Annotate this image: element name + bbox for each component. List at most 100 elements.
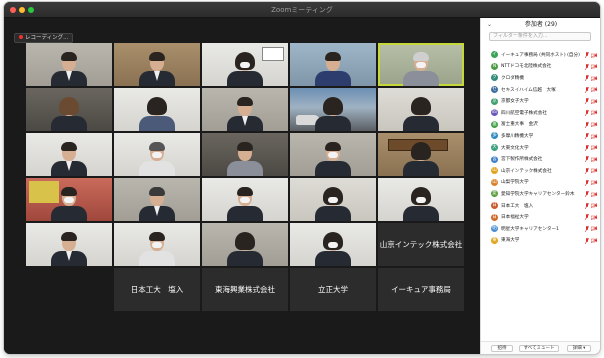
video-tile[interactable] xyxy=(202,43,288,86)
participant-video xyxy=(135,93,179,131)
name-tile[interactable]: 東海興業株式会社 xyxy=(202,268,288,311)
muted-microphone-icon[interactable] xyxy=(585,52,589,58)
video-tile-active-speaker[interactable] xyxy=(378,43,464,86)
video-off-camera-icon[interactable] xyxy=(591,98,597,104)
participant-avatar: 日 xyxy=(491,202,498,210)
participant-name: 四川航空電子株式会社 xyxy=(501,110,547,116)
video-off-camera-icon[interactable] xyxy=(591,214,597,220)
video-off-camera-icon[interactable] xyxy=(591,238,597,243)
muted-microphone-icon[interactable] xyxy=(585,179,589,186)
video-off-camera-icon[interactable] xyxy=(591,122,597,128)
recording-indicator[interactable]: レコーディング... xyxy=(14,33,74,43)
video-tile[interactable] xyxy=(202,178,288,221)
video-tile[interactable] xyxy=(114,223,200,266)
participant-name: クロダ精機 xyxy=(501,75,524,81)
participant-name-label: 東海興業株式会社 xyxy=(215,285,275,294)
muted-microphone-icon[interactable] xyxy=(585,133,589,140)
video-off-camera-icon[interactable] xyxy=(591,226,597,232)
participant-list-item[interactable]: イイーキュア事務局 (共同ホスト) (自分) xyxy=(481,49,600,61)
participant-list-item[interactable]: 四四川航空電子株式会社 xyxy=(481,107,600,119)
muted-microphone-icon[interactable] xyxy=(585,202,589,209)
participant-video xyxy=(223,183,267,221)
muted-microphone-icon[interactable] xyxy=(585,167,589,174)
video-off-camera-icon[interactable] xyxy=(591,203,597,209)
muted-microphone-icon[interactable] xyxy=(585,75,589,82)
more-options-button[interactable]: 詳細 ▾ xyxy=(567,345,591,352)
video-off-camera-icon[interactable] xyxy=(591,156,597,162)
participant-list-item[interactable]: 富富士重大事 金沢 xyxy=(481,119,600,131)
muted-microphone-icon[interactable] xyxy=(585,98,589,105)
participant-list-item[interactable]: 山山京インテック株式会社 xyxy=(481,165,600,177)
participant-list-item[interactable]: 大大東文化大学 xyxy=(481,142,600,154)
video-off-camera-icon[interactable] xyxy=(591,52,597,58)
video-tile[interactable] xyxy=(202,223,288,266)
video-tile[interactable] xyxy=(114,178,200,221)
participant-list-item[interactable]: 宮宮下製作所株式会社 xyxy=(481,153,600,165)
muted-microphone-icon[interactable] xyxy=(585,225,589,232)
video-tile[interactable] xyxy=(378,88,464,131)
video-off-camera-icon[interactable] xyxy=(591,75,597,81)
participant-name: 京都女子大学 xyxy=(501,99,529,105)
video-tile[interactable] xyxy=(26,43,112,86)
participant-list-item[interactable]: 多多摩川精機大学 xyxy=(481,130,600,142)
participant-list-item[interactable]: 京京都女子大学 xyxy=(481,95,600,107)
participant-list-item[interactable]: 日日本工大 塩入 xyxy=(481,200,600,212)
video-tile[interactable] xyxy=(26,223,112,266)
muted-microphone-icon[interactable] xyxy=(585,191,589,198)
video-tile[interactable] xyxy=(290,178,376,221)
muted-microphone-icon[interactable] xyxy=(585,144,589,151)
participant-list-item[interactable]: 山山梨学院大学 xyxy=(481,177,600,189)
video-off-camera-icon[interactable] xyxy=(591,133,597,139)
video-off-camera-icon[interactable] xyxy=(591,110,597,116)
muted-microphone-icon[interactable] xyxy=(585,109,589,116)
video-tile[interactable] xyxy=(290,223,376,266)
participant-video xyxy=(47,48,91,86)
invite-button[interactable]: 招待 xyxy=(491,345,513,352)
video-tile[interactable] xyxy=(26,178,112,221)
participant-name: 宮下製作所株式会社 xyxy=(501,157,543,163)
participant-list-item[interactable]: ククロダ精機 xyxy=(481,72,600,84)
participant-list-item[interactable]: 明明星大学キャリアセンター1 xyxy=(481,223,600,235)
video-off-camera-icon[interactable] xyxy=(591,145,597,151)
participant-list-item[interactable]: 愛愛知学院大学キャリアセンター鈴木 xyxy=(481,188,600,200)
participant-video xyxy=(135,138,179,176)
mute-all-button[interactable]: すべてミュート xyxy=(519,345,559,352)
video-tile[interactable] xyxy=(26,133,112,176)
muted-microphone-icon[interactable] xyxy=(585,237,589,244)
video-off-camera-icon[interactable] xyxy=(591,64,597,70)
video-tile[interactable] xyxy=(114,43,200,86)
video-tile[interactable] xyxy=(378,178,464,221)
participants-panel-footer: 招待 すべてミュート 詳細 ▾ xyxy=(481,341,600,354)
video-off-camera-icon[interactable] xyxy=(591,191,597,197)
video-tile[interactable] xyxy=(202,88,288,131)
participant-list-item[interactable]: 日日本福祉大学 xyxy=(481,211,600,223)
name-tile[interactable]: 日本工大 塩入 xyxy=(114,268,200,311)
muted-microphone-icon[interactable] xyxy=(585,214,589,221)
video-off-camera-icon[interactable] xyxy=(591,168,597,174)
video-tile[interactable] xyxy=(378,133,464,176)
muted-microphone-icon[interactable] xyxy=(585,86,589,93)
name-tile[interactable]: 山京インテック株式会社 xyxy=(378,223,464,266)
name-tile[interactable]: 立正大学 xyxy=(290,268,376,311)
participant-name: 山梨学院大学 xyxy=(501,180,529,186)
name-tile[interactable]: イーキュア事務局 xyxy=(378,268,464,311)
participant-search-input[interactable]: フィルター条件を入力... xyxy=(489,32,591,41)
video-off-camera-icon[interactable] xyxy=(591,87,597,93)
video-tile[interactable] xyxy=(114,133,200,176)
video-tile[interactable] xyxy=(290,88,376,131)
video-tile[interactable] xyxy=(26,88,112,131)
video-tile[interactable] xyxy=(202,133,288,176)
video-tile[interactable] xyxy=(290,43,376,86)
participant-video xyxy=(223,228,267,266)
video-tile[interactable] xyxy=(114,88,200,131)
video-off-camera-icon[interactable] xyxy=(591,180,597,186)
participant-list-item[interactable]: セセキスイハイム信越 大塚 xyxy=(481,84,600,96)
participant-list-item[interactable]: 東東海大学 xyxy=(481,235,600,247)
muted-microphone-icon[interactable] xyxy=(585,121,589,128)
collapse-chevron-icon[interactable]: ⌄ xyxy=(487,18,492,31)
video-tile[interactable] xyxy=(290,133,376,176)
participant-video xyxy=(223,138,267,176)
muted-microphone-icon[interactable] xyxy=(585,156,589,163)
participant-list-item[interactable]: N NTTドコモ北陸株式会社 xyxy=(481,61,600,73)
muted-microphone-icon[interactable] xyxy=(585,63,589,70)
